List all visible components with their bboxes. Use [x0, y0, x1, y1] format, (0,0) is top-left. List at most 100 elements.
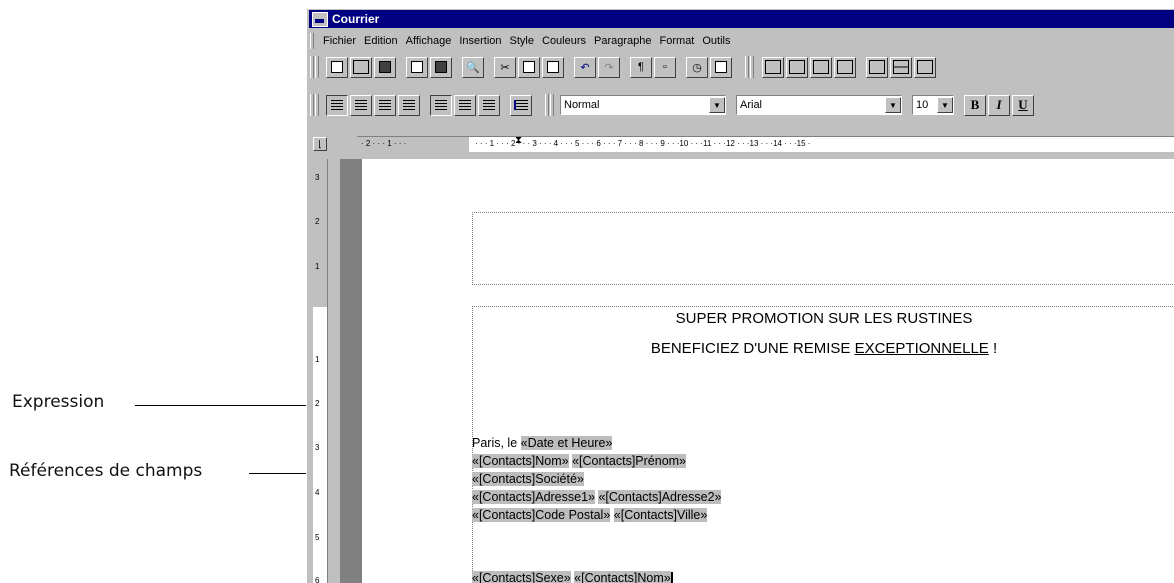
- chevron-down-icon[interactable]: ▼: [885, 97, 901, 113]
- frame-style-6-icon[interactable]: [890, 56, 912, 78]
- toolbar-grip[interactable]: [310, 56, 314, 78]
- field-societe[interactable]: «[Contacts]Société»: [472, 472, 584, 486]
- menu-bar: Fichier Edition Affichage Insertion Styl…: [307, 31, 1174, 51]
- vruler-number: 1: [315, 355, 320, 364]
- frame-style-7-icon[interactable]: [914, 56, 936, 78]
- insert-time-icon[interactable]: ◷: [686, 56, 708, 78]
- field-nom[interactable]: «[Contacts]Nom»: [472, 454, 569, 468]
- field-sexe[interactable]: «[Contacts]Sexe»: [472, 571, 571, 583]
- tab-selector-icon[interactable]: ⌊: [313, 137, 327, 151]
- formatting-toolbar: Normal ▼ Arial ▼ 10 ▼ B I U: [307, 91, 1174, 119]
- size-select-value: 10: [916, 99, 929, 111]
- vruler-number: 3: [315, 173, 320, 182]
- format-toolbar-grip-3[interactable]: [545, 94, 549, 116]
- field-adresse1[interactable]: «[Contacts]Adresse1»: [472, 490, 595, 504]
- double-spacing-icon[interactable]: [478, 94, 500, 116]
- vruler-number: 5: [315, 533, 320, 542]
- field-prenom[interactable]: «[Contacts]Prénom»: [572, 454, 687, 468]
- print-icon[interactable]: [430, 56, 452, 78]
- text-cursor: [670, 571, 673, 583]
- frame-style-3-icon[interactable]: [810, 56, 832, 78]
- menu-couleurs[interactable]: Couleurs: [538, 35, 590, 47]
- date-prefix: Paris, le: [472, 436, 521, 450]
- menu-format[interactable]: Format: [656, 35, 699, 47]
- menu-fichier[interactable]: Fichier: [319, 35, 360, 47]
- field-adresse2[interactable]: «[Contacts]Adresse2»: [598, 490, 722, 504]
- header-frame[interactable]: [472, 212, 1174, 285]
- toolbar-grip-3[interactable]: [745, 56, 749, 78]
- redo-icon[interactable]: ↷: [598, 56, 620, 78]
- justify-icon[interactable]: [398, 94, 420, 116]
- italic-button[interactable]: I: [988, 94, 1010, 116]
- find-icon[interactable]: 🔍: [462, 56, 484, 78]
- frame-style-2-icon[interactable]: [786, 56, 808, 78]
- format-toolbar-grip[interactable]: [310, 94, 314, 116]
- ruler-left-ticks: · 2 · · · 1 · · ·: [361, 139, 407, 148]
- menu-insertion[interactable]: Insertion: [455, 35, 505, 47]
- show-frames-icon[interactable]: ▫: [654, 56, 676, 78]
- heading-2: BENEFICIEZ D'UNE REMISE EXCEPTIONNELLE !: [473, 340, 1174, 357]
- title-bar[interactable]: Courrier: [309, 10, 1174, 28]
- date-line: Paris, le «Date et Heure»: [472, 436, 613, 450]
- toolbar-grip-4[interactable]: [750, 56, 754, 78]
- field-nom-2[interactable]: «[Contacts]Nom»: [574, 571, 671, 583]
- menu-paragraphe[interactable]: Paragraphe: [590, 35, 656, 47]
- show-paragraph-marks-icon[interactable]: ¶: [630, 56, 652, 78]
- heading-2-prefix: BENEFICIEZ D'UNE REMISE: [650, 340, 855, 357]
- single-spacing-icon[interactable]: [430, 94, 452, 116]
- frame-style-5-icon[interactable]: [866, 56, 888, 78]
- address-line: «[Contacts]Adresse1» «[Contacts]Adresse2…: [472, 490, 722, 504]
- field-date-heure[interactable]: «Date et Heure»: [520, 436, 613, 450]
- field-ville[interactable]: «[Contacts]Ville»: [613, 508, 708, 522]
- format-toolbar-grip-4[interactable]: [550, 94, 554, 116]
- company-line: «[Contacts]Société»: [472, 472, 584, 486]
- menu-outils[interactable]: Outils: [698, 35, 734, 47]
- font-select[interactable]: Arial ▼: [736, 95, 902, 115]
- name-line: «[Contacts]Nom» «[Contacts]Prénom»: [472, 454, 687, 468]
- open-folder-icon[interactable]: [350, 56, 372, 78]
- style-select[interactable]: Normal ▼: [560, 95, 726, 115]
- one-half-spacing-icon[interactable]: [454, 94, 476, 116]
- ruler-row: ⌊ · 2 · · · 1 · · · · · · 1 · · · 2 · · …: [307, 133, 1174, 155]
- vruler-number: 2: [315, 399, 320, 408]
- heading-1: SUPER PROMOTION SUR LES RUSTINES: [675, 310, 973, 327]
- save-icon[interactable]: [374, 56, 396, 78]
- chevron-down-icon[interactable]: ▼: [937, 97, 953, 113]
- underline-button[interactable]: U: [1012, 94, 1034, 116]
- menu-style[interactable]: Style: [506, 35, 538, 47]
- vertical-ruler[interactable]: 3 2 1 1 2 3 4 5 6: [313, 159, 328, 583]
- font-select-value: Arial: [740, 99, 763, 111]
- align-center-icon[interactable]: [350, 94, 372, 116]
- insert-page-number-icon[interactable]: [710, 56, 732, 78]
- chevron-down-icon[interactable]: ▼: [709, 97, 725, 113]
- field-code-postal[interactable]: «[Contacts]Code Postal»: [472, 508, 611, 522]
- align-left-icon[interactable]: [326, 94, 348, 116]
- size-select[interactable]: 10 ▼: [912, 95, 954, 115]
- align-right-icon[interactable]: [374, 94, 396, 116]
- window-title: Courrier: [332, 12, 380, 26]
- menu-edition[interactable]: Edition: [360, 35, 402, 47]
- document-page[interactable]: SUPER PROMOTION SUR LES RUSTINES BENEFIC…: [362, 159, 1174, 583]
- print-preview-icon[interactable]: [406, 56, 428, 78]
- indent-marker-icon[interactable]: ⧗: [515, 137, 522, 146]
- app-icon[interactable]: [312, 11, 328, 27]
- new-document-icon[interactable]: [326, 56, 348, 78]
- frame-style-4-icon[interactable]: [834, 56, 856, 78]
- standard-toolbar: 🔍 ✂ ↶ ↷ ¶ ▫ ◷: [307, 53, 1174, 81]
- toolbar-grip-2[interactable]: [315, 56, 319, 78]
- bullet-list-icon[interactable]: [510, 94, 532, 116]
- copy-icon[interactable]: [518, 56, 540, 78]
- frame-style-1-icon[interactable]: [762, 56, 784, 78]
- ruler-ticks: · · · 1 · · · 2 · · · 3 · · · 4 · · · 5 …: [475, 139, 811, 148]
- paste-icon[interactable]: [542, 56, 564, 78]
- menubar-grip[interactable]: [310, 33, 314, 49]
- document-area: SUPER PROMOTION SUR LES RUSTINES BENEFIC…: [340, 159, 1174, 583]
- undo-icon[interactable]: ↶: [574, 56, 596, 78]
- bold-button[interactable]: B: [964, 94, 986, 116]
- cut-icon[interactable]: ✂: [494, 56, 516, 78]
- menu-affichage[interactable]: Affichage: [402, 35, 456, 47]
- vruler-number: 6: [315, 576, 320, 583]
- format-toolbar-grip-2[interactable]: [315, 94, 319, 116]
- city-line: «[Contacts]Code Postal» «[Contacts]Ville…: [472, 508, 708, 522]
- horizontal-ruler[interactable]: · 2 · · · 1 · · · · · · 1 · · · 2 · · · …: [357, 136, 1174, 152]
